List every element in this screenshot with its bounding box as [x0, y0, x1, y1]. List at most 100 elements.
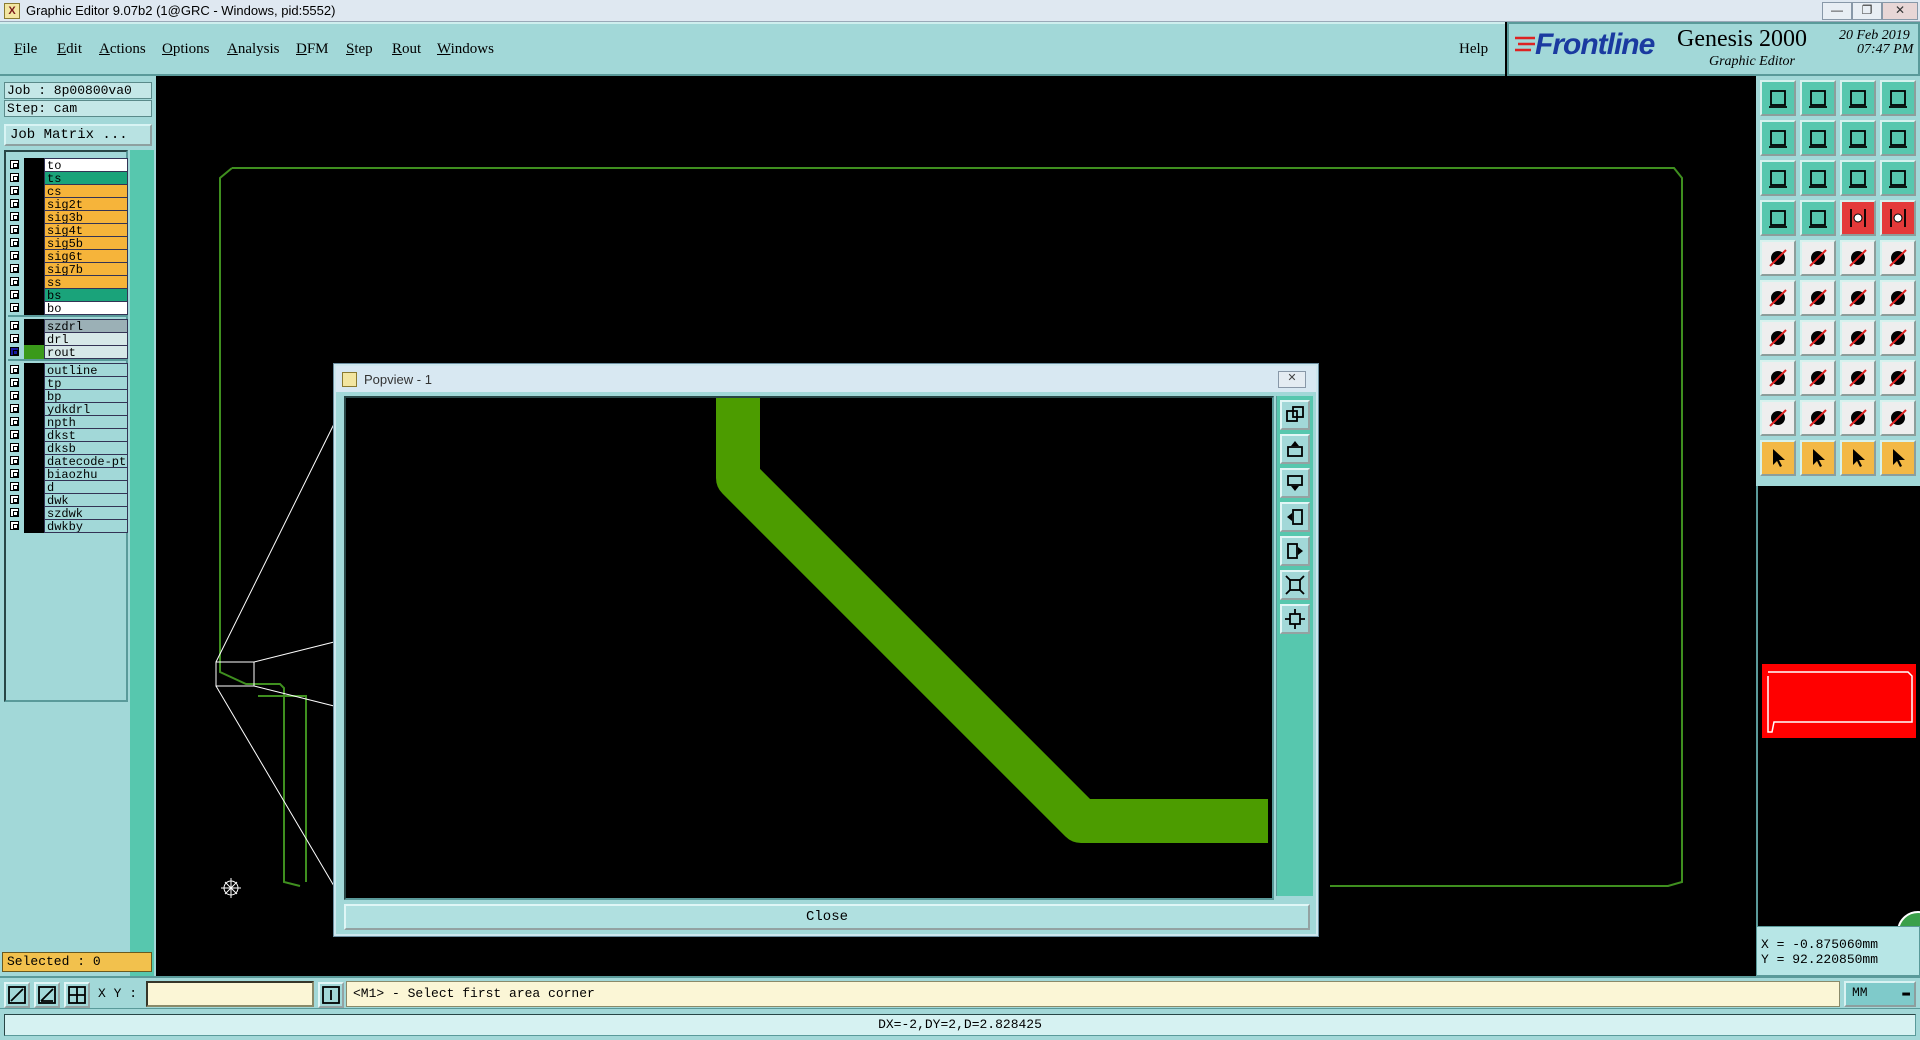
pan-right-tool[interactable]	[1800, 120, 1836, 156]
zoom-home-tool[interactable]	[1760, 80, 1796, 116]
align-tool[interactable]	[1880, 320, 1916, 356]
layer-checkbox[interactable]	[10, 469, 19, 478]
grid-mode-button[interactable]	[64, 982, 90, 1008]
layer-checkbox[interactable]	[10, 290, 19, 299]
text-a-2-tool[interactable]	[1840, 400, 1876, 436]
line-tool[interactable]	[1760, 320, 1796, 356]
layer-row[interactable]: szdwk	[8, 506, 128, 520]
layer-name[interactable]: tp	[44, 376, 128, 390]
menu-file[interactable]: File	[14, 41, 37, 58]
layer-row[interactable]: bp	[8, 389, 128, 403]
layer-checkbox[interactable]	[10, 251, 19, 260]
layer-checkbox[interactable]	[10, 495, 19, 504]
layer-checkbox[interactable]	[10, 186, 19, 195]
menu-options[interactable]: Options	[162, 41, 210, 58]
layer-feature-tool[interactable]	[1840, 200, 1876, 236]
popview-pan-down-button[interactable]	[1280, 468, 1310, 498]
pointer-tool[interactable]	[1760, 440, 1796, 476]
layer-row[interactable]: sig6t	[8, 249, 128, 263]
layer-checkbox[interactable]	[10, 378, 19, 387]
text-a-tool[interactable]	[1800, 400, 1836, 436]
popview-canvas[interactable]	[344, 396, 1274, 900]
layer-checkbox[interactable]	[10, 430, 19, 439]
layer-name[interactable]: ts	[44, 171, 128, 185]
popview-zoom-box-button[interactable]	[1280, 400, 1310, 430]
layer-row[interactable]: outline	[8, 363, 128, 377]
layer-name[interactable]: biaozhu	[44, 467, 128, 481]
layer-name[interactable]: dksb	[44, 441, 128, 455]
layer-checkbox[interactable]	[10, 521, 19, 530]
layer-row[interactable]: sig5b	[8, 236, 128, 250]
layer-checkbox[interactable]	[10, 365, 19, 374]
layer-row[interactable]: drl	[8, 332, 128, 346]
layer-row[interactable]: dwkby	[8, 519, 128, 533]
layer-checkbox[interactable]	[10, 417, 19, 426]
menu-windows[interactable]: Windows	[437, 41, 494, 58]
layer-row[interactable]: biaozhu	[8, 467, 128, 481]
layer-row[interactable]: npth	[8, 415, 128, 429]
pads-tool[interactable]	[1880, 360, 1916, 396]
ruler-tool[interactable]	[1840, 240, 1876, 276]
layer-name[interactable]: ydkdrl	[44, 402, 128, 416]
layer-checkbox[interactable]	[10, 391, 19, 400]
layer-name[interactable]: szdrl	[44, 319, 128, 333]
layer-checkbox[interactable]	[10, 334, 19, 343]
menu-help[interactable]: Help	[1459, 41, 1488, 58]
layer-name[interactable]: szdwk	[44, 506, 128, 520]
layer-row[interactable]: to	[8, 158, 128, 172]
menu-edit[interactable]: Edit	[57, 41, 82, 58]
layer-row[interactable]: ss	[8, 275, 128, 289]
xy-input[interactable]	[146, 981, 314, 1007]
layer-checkbox[interactable]	[10, 277, 19, 286]
layer-row[interactable]: tp	[8, 376, 128, 390]
layer-checkbox[interactable]	[10, 443, 19, 452]
layer-name[interactable]: dwkby	[44, 519, 128, 533]
layer-name[interactable]: sig4t	[44, 223, 128, 237]
undo-view-tool[interactable]	[1840, 120, 1876, 156]
zoom-fit-tool[interactable]	[1760, 160, 1796, 196]
layer-checkbox[interactable]	[10, 508, 19, 517]
pad-tool[interactable]	[1880, 240, 1916, 276]
layer-name[interactable]: bo	[44, 301, 128, 315]
layer-name[interactable]: dwk	[44, 493, 128, 507]
layer-row[interactable]: cs	[8, 184, 128, 198]
layer-checkbox[interactable]	[10, 238, 19, 247]
layer-row[interactable]: bo	[8, 301, 128, 315]
select-rect-tool[interactable]	[1800, 240, 1836, 276]
layer-name[interactable]: drl	[44, 332, 128, 346]
close-window-button[interactable]: ✕	[1882, 2, 1918, 20]
layer-name[interactable]: dkst	[44, 428, 128, 442]
layer-row[interactable]: ydkdrl	[8, 402, 128, 416]
layer-row[interactable]: sig7b	[8, 262, 128, 276]
zoom-center-tool[interactable]	[1800, 160, 1836, 196]
layer-name[interactable]: sig3b	[44, 210, 128, 224]
layer-name[interactable]: sig5b	[44, 236, 128, 250]
snap-tool[interactable]	[1760, 200, 1796, 236]
layer-checkbox[interactable]	[10, 404, 19, 413]
layer-checkbox[interactable]	[10, 321, 19, 330]
units-select[interactable]: MM ▬	[1844, 981, 1916, 1007]
menu-analysis[interactable]: Analysis	[227, 41, 280, 58]
pointer-3-tool[interactable]	[1840, 440, 1876, 476]
mini-map[interactable]	[1756, 486, 1920, 926]
layer-name[interactable]: bs	[44, 288, 128, 302]
layer-row[interactable]: szdrl	[8, 319, 128, 333]
layer-row[interactable]: dkst	[8, 428, 128, 442]
layer-checkbox[interactable]	[10, 225, 19, 234]
layer-name[interactable]: rout	[44, 345, 128, 359]
text-a-3-tool[interactable]	[1880, 400, 1916, 436]
layer-name[interactable]: bp	[44, 389, 128, 403]
redo-view-tool[interactable]	[1880, 120, 1916, 156]
layer-filter-tool[interactable]	[1880, 200, 1916, 236]
popview-pan-up-button[interactable]	[1280, 434, 1310, 464]
layer-row[interactable]: dksb	[8, 441, 128, 455]
connect-2-tool[interactable]	[1880, 280, 1916, 316]
arc-tool[interactable]	[1840, 320, 1876, 356]
shape-tool[interactable]	[1760, 360, 1796, 396]
layer-row[interactable]: ts	[8, 171, 128, 185]
layer-name[interactable]: cs	[44, 184, 128, 198]
layer-name[interactable]: datecode-ptc	[44, 454, 128, 468]
layer-checkbox[interactable]	[10, 199, 19, 208]
layer-row[interactable]: rout	[8, 345, 128, 359]
cross-tool[interactable]	[1800, 280, 1836, 316]
